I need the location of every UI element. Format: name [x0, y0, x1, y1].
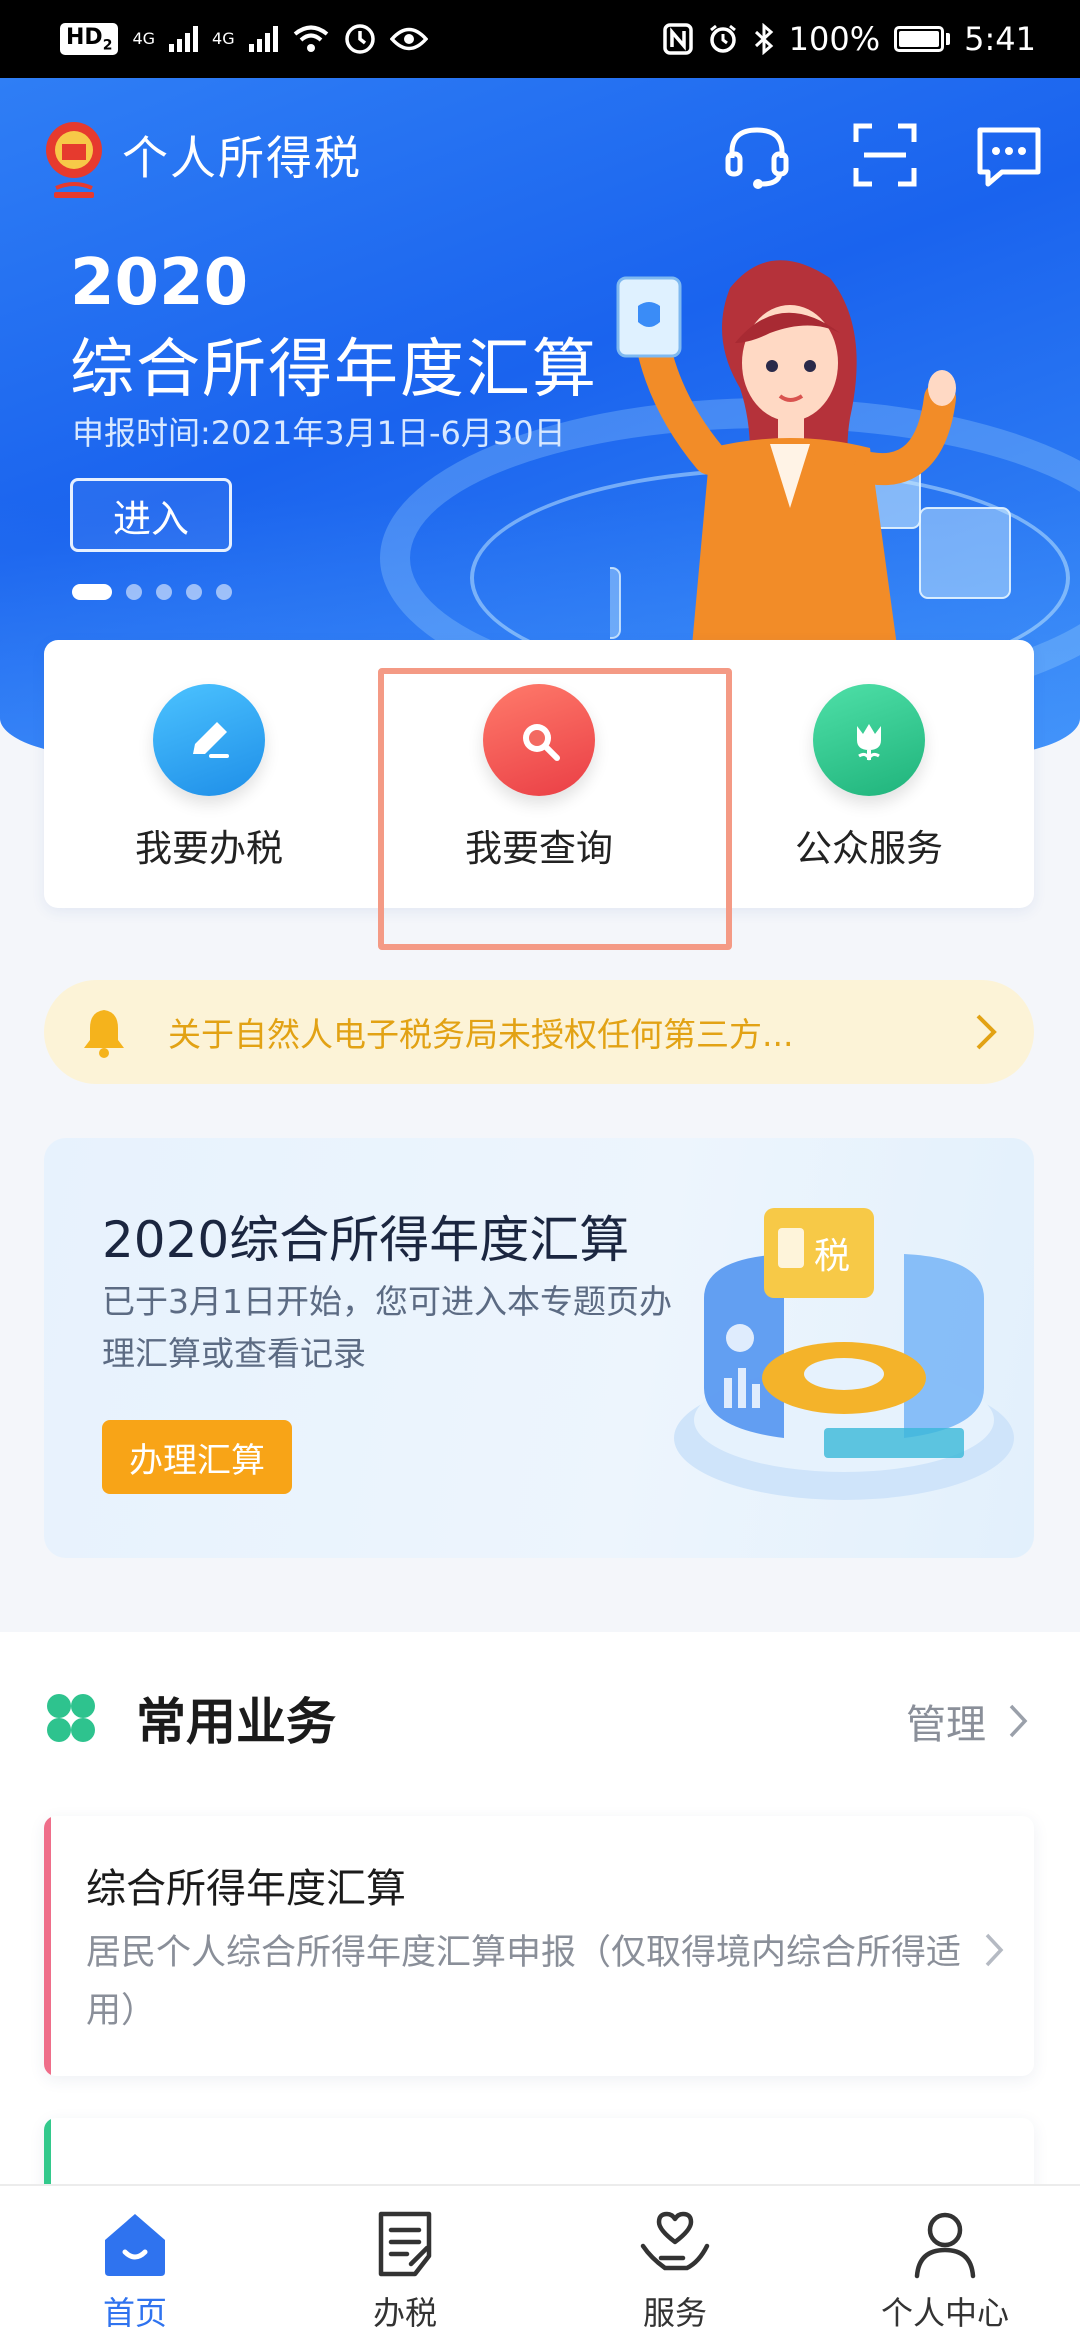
- chevron-right-icon: [985, 1933, 1004, 1967]
- service-description: 居民个人综合所得年度汇算申报（仅取得境内综合所得适用）: [86, 1933, 962, 2031]
- common-services-header: 常用业务: [44, 1682, 336, 1754]
- banner-enter-button[interactable]: 进入: [70, 478, 232, 552]
- nfc-icon: [662, 23, 693, 55]
- action-label: 我要办税: [135, 827, 283, 870]
- common-services-section: 常用业务 管理 综合所得年度汇算 居民个人综合所得年度汇算申报（仅取得境内综合所…: [0, 1632, 1080, 2218]
- status-left: HD2 4G 4G: [60, 22, 428, 56]
- headset-icon[interactable]: [720, 118, 794, 192]
- promo-title: 2020综合所得年度汇算: [102, 1211, 630, 1269]
- app-header: 个人所得税: [0, 78, 1080, 228]
- tab-home[interactable]: 首页: [0, 2186, 270, 2340]
- chevron-right-icon: [976, 1014, 997, 1050]
- carousel-dot-2[interactable]: [126, 584, 142, 600]
- clock: 5:41: [964, 20, 1036, 58]
- person-icon: [914, 2212, 976, 2279]
- carousel-dot-5[interactable]: [216, 584, 232, 600]
- battery-percent: 100%: [788, 20, 881, 58]
- service-accent-bar: [44, 1816, 51, 2076]
- signal-icon-2: [248, 25, 278, 52]
- banner-title: 综合所得年度汇算: [70, 333, 598, 407]
- status-bar: HD2 4G 4G 100% 5:41: [0, 0, 1080, 78]
- network-type-2: 4G: [212, 28, 235, 48]
- battery-icon: [894, 26, 951, 52]
- document-icon: [378, 2211, 432, 2277]
- clover-icon: [47, 1694, 95, 1742]
- tab-label: 首页: [102, 2294, 167, 2332]
- service-item-annual-settlement[interactable]: 综合所得年度汇算 居民个人综合所得年度汇算申报（仅取得境内综合所得适用）: [44, 1816, 1034, 2076]
- carousel-dot-4[interactable]: [186, 584, 202, 600]
- scan-icon[interactable]: [848, 118, 922, 192]
- bluetooth-icon: [754, 23, 773, 55]
- bell-icon: [84, 1010, 124, 1058]
- message-icon[interactable]: [972, 118, 1046, 192]
- manage-link[interactable]: 管理: [906, 1692, 1028, 1750]
- status-right: 100% 5:41: [662, 20, 1036, 58]
- signal-icon: [169, 25, 199, 52]
- data-saver-icon: [344, 24, 375, 54]
- promo-illustration: 税: [674, 1208, 1014, 1500]
- chevron-right-icon: [1009, 1704, 1028, 1738]
- banner-date: 申报时间:2021年3月1日-6月30日: [72, 414, 566, 452]
- promo-description: 已于3月1日开始，您可进入本专题页办理汇算或查看记录: [102, 1282, 672, 1373]
- action-label: 我要查询: [465, 827, 613, 870]
- network-type-1: 4G: [132, 28, 156, 48]
- pen-icon: [153, 684, 265, 796]
- action-handle-tax[interactable]: 我要办税: [44, 640, 374, 908]
- eye-icon: [389, 27, 428, 51]
- alarm-icon: [709, 24, 736, 53]
- notice-text: 关于自然人电子税务局未授权任何第三方...: [168, 1015, 794, 1054]
- hd-indicator: HD2: [60, 22, 119, 56]
- tab-service[interactable]: 服务: [540, 2186, 810, 2340]
- banner-year: 2020: [70, 246, 249, 320]
- tab-tax[interactable]: 办税: [270, 2186, 540, 2340]
- action-query[interactable]: 我要查询: [374, 640, 704, 908]
- promo-art-tax-label: 税: [814, 1236, 850, 1277]
- promo-card[interactable]: 2020综合所得年度汇算 已于3月1日开始，您可进入本专题页办理汇算或查看记录 …: [44, 1138, 1034, 1558]
- home-icon: [105, 2214, 165, 2276]
- bottom-tab-bar: 首页 办税 服务 个人中心: [0, 2184, 1080, 2340]
- quick-actions-card: 我要办税 我要查询 公众服务: [44, 640, 1034, 908]
- search-icon: [483, 684, 595, 796]
- app-title: 个人所得税: [122, 131, 362, 185]
- action-label: 公众服务: [795, 827, 943, 870]
- manage-label: 管理: [906, 1702, 986, 1748]
- tulip-icon: [813, 684, 925, 796]
- tax-emblem-icon: [46, 122, 102, 198]
- carousel-dot-1[interactable]: [72, 584, 112, 600]
- carousel-dots[interactable]: [72, 584, 232, 600]
- notice-bar[interactable]: 关于自然人电子税务局未授权任何第三方...: [44, 980, 1034, 1084]
- tab-label: 个人中心: [880, 2294, 1009, 2332]
- wifi-icon: [293, 25, 328, 52]
- tab-label: 办税: [372, 2294, 437, 2332]
- carousel-dot-3[interactable]: [156, 584, 172, 600]
- service-title: 综合所得年度汇算: [86, 1866, 406, 1912]
- action-public-service[interactable]: 公众服务: [704, 640, 1034, 908]
- common-services-title: 常用业务: [136, 1693, 336, 1751]
- tab-profile[interactable]: 个人中心: [810, 2186, 1080, 2340]
- tab-label: 服务: [642, 2294, 707, 2332]
- heart-hand-icon: [640, 2211, 710, 2271]
- promo-handle-button[interactable]: 办理汇算: [102, 1420, 292, 1494]
